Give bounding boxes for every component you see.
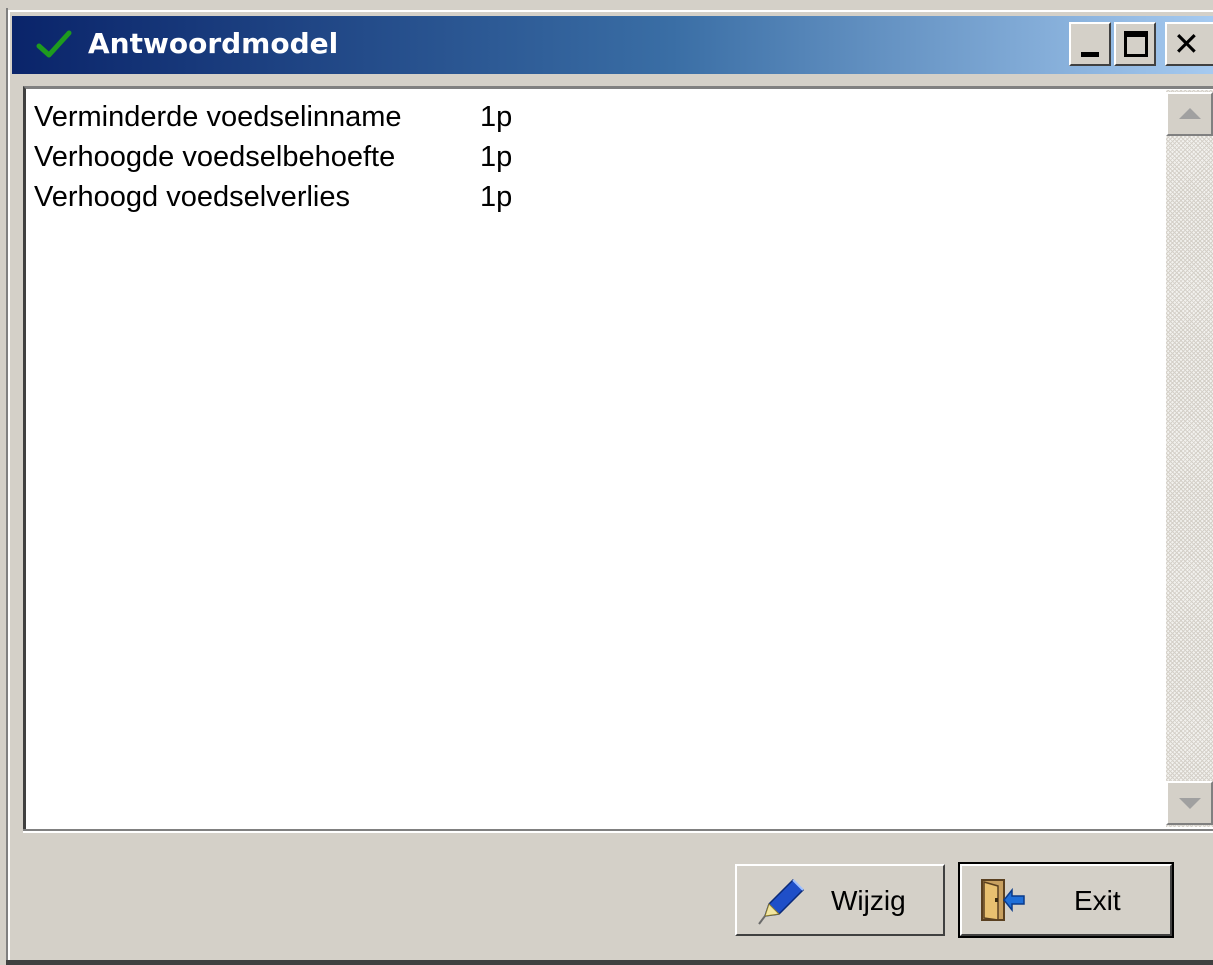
divider-highlight [23, 831, 1213, 833]
maximize-icon [1124, 31, 1148, 57]
answer-line: Verhoogde voedselbehoefte 1p [34, 137, 1164, 177]
scroll-up-button[interactable] [1166, 92, 1213, 136]
answer-text: Verminderde voedselinname [34, 101, 402, 133]
answer-line: Verminderde voedselinname 1p [34, 97, 1164, 137]
scroll-down-button[interactable] [1166, 781, 1213, 825]
exit-button[interactable]: Exit [958, 862, 1174, 938]
answer-text-area[interactable]: Verminderde voedselinname 1p Verhoogde v… [23, 86, 1213, 829]
window-title: Antwoordmodel [88, 27, 339, 60]
wijzig-label: Wijzig [831, 885, 906, 916]
title-bar[interactable]: Antwoordmodel ✕ [12, 16, 1213, 74]
pen-icon [758, 878, 805, 925]
arrow-down-icon [1179, 798, 1201, 809]
close-button[interactable]: ✕ [1165, 22, 1213, 66]
exit-door-icon [981, 879, 1025, 921]
answer-points: 1p [480, 101, 513, 133]
minimize-button[interactable] [1069, 22, 1111, 66]
answer-text: Verhoogd voedselverlies [34, 181, 350, 213]
answer-points: 1p [480, 141, 513, 173]
wijzig-button[interactable]: Wijzig [735, 864, 945, 936]
green-checkmark-icon [36, 30, 72, 58]
vertical-scrollbar[interactable] [1166, 90, 1213, 827]
minimize-icon [1081, 52, 1099, 57]
answer-list: Verminderde voedselinname 1p Verhoogde v… [34, 97, 1164, 217]
arrow-up-icon [1179, 108, 1201, 119]
answer-text: Verhoogde voedselbehoefte [34, 141, 396, 173]
maximize-button[interactable] [1114, 22, 1156, 66]
answer-line: Verhoogd voedselverlies 1p [34, 177, 1164, 217]
exit-label: Exit [1074, 885, 1121, 916]
close-icon: ✕ [1173, 25, 1200, 63]
answer-points: 1p [480, 181, 513, 213]
window-bottom-edge [6, 960, 1213, 965]
